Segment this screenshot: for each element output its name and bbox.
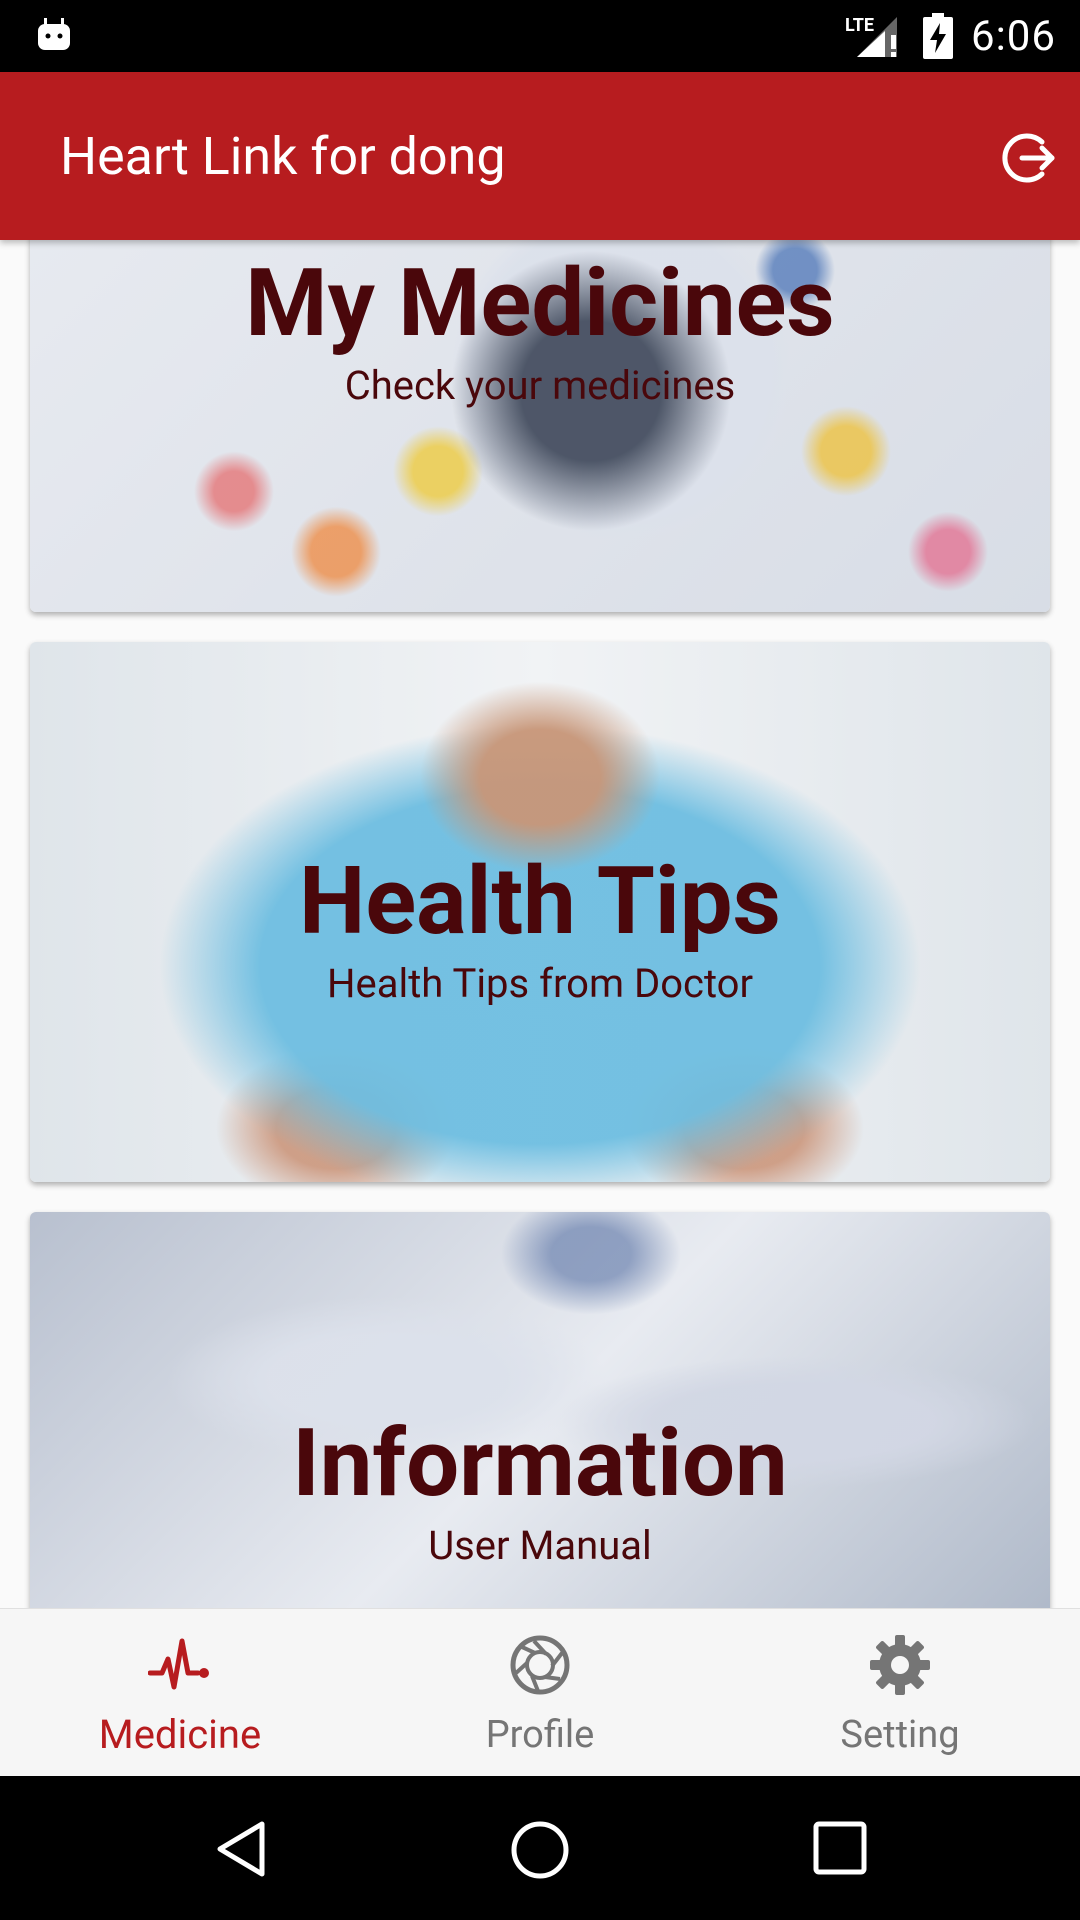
card-subtitle: User Manual [428,1522,652,1569]
card-list[interactable]: My Medicines Check your medicines Health… [0,240,1080,1608]
battery-charging-icon [923,13,953,59]
cell-signal-icon: LTE [845,13,905,59]
status-bar: LTE 6:06 [0,0,1080,72]
health-tips-card[interactable]: Health Tips Health Tips from Doctor [30,642,1050,1182]
aperture-icon [510,1635,570,1695]
page-title: Heart Link for dong [60,126,506,187]
card-title: Information [292,1408,788,1518]
app-bar: Heart Link for dong [0,72,1080,240]
clock: 6:06 [971,11,1056,61]
nav-item-profile[interactable]: Profile [360,1609,720,1777]
logout-icon[interactable] [1002,130,1058,186]
nav-item-setting[interactable]: Setting [720,1609,1080,1777]
back-icon[interactable] [212,1820,270,1878]
nav-label: Setting [840,1713,960,1757]
information-card[interactable]: Information User Manual [30,1212,1050,1608]
heartbeat-icon [148,1638,209,1690]
home-icon[interactable] [510,1820,570,1880]
nav-label: Profile [485,1713,595,1757]
card-title: Health Tips [299,846,781,956]
card-subtitle: Health Tips from Doctor [326,960,754,1007]
android-notification-icon [38,18,70,50]
nav-label: Medicine [98,1711,262,1758]
gear-icon [870,1635,930,1695]
nav-item-medicine[interactable]: Medicine [0,1609,360,1777]
bottom-navigation: Medicine Profile Setting [0,1608,1080,1777]
system-navigation-bar [0,1776,1080,1920]
card-title: My Medicines [245,248,835,358]
my-medicines-card[interactable]: My Medicines Check your medicines [30,240,1050,612]
card-subtitle: Check your medicines [344,362,736,409]
recents-icon[interactable] [812,1820,868,1876]
